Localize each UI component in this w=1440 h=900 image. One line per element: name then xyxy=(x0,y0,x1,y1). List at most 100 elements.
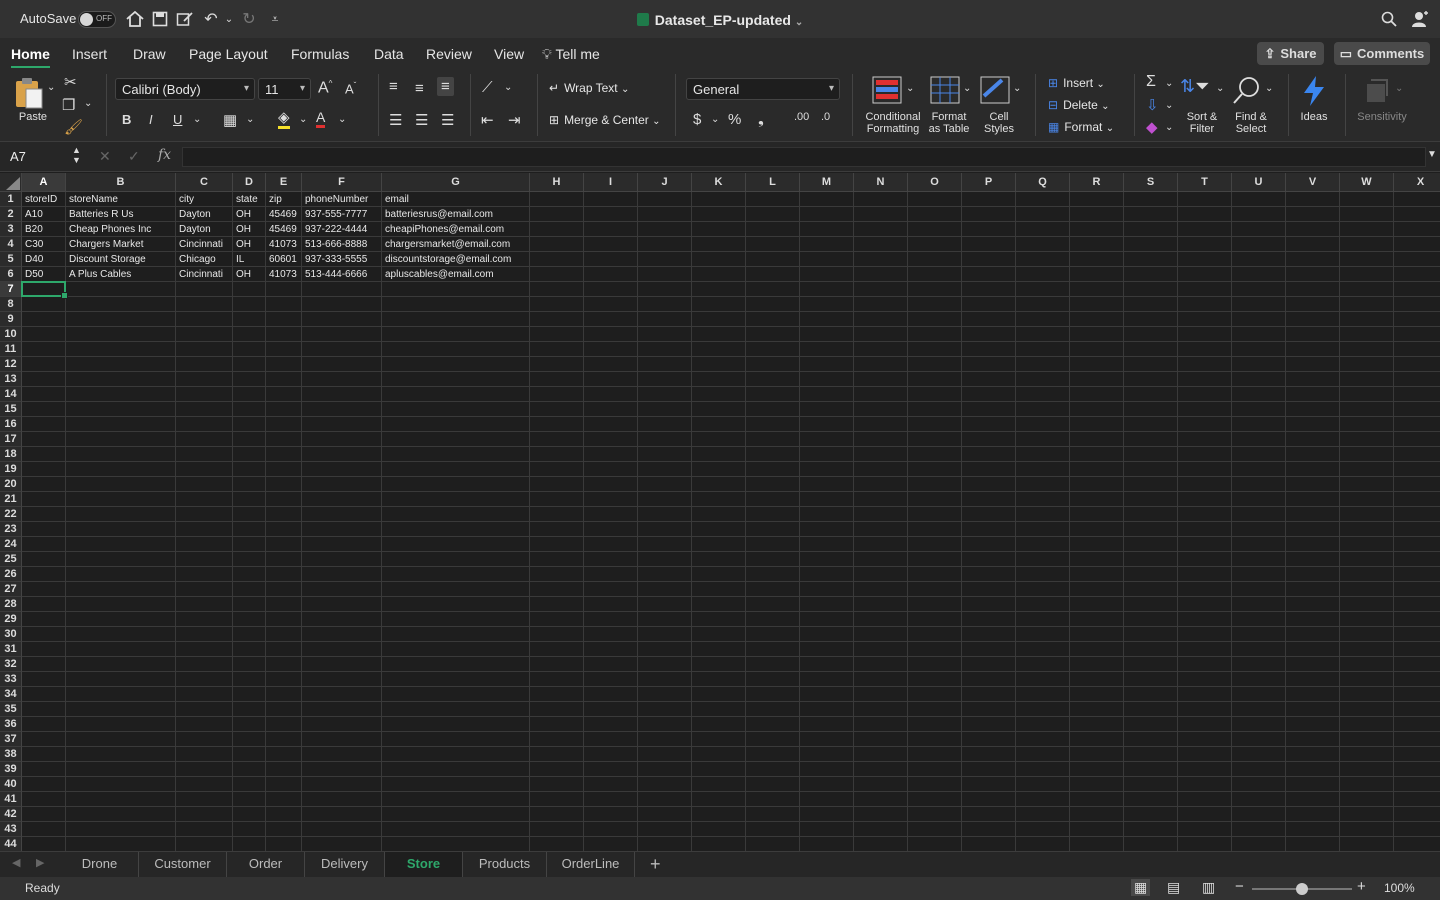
row-header-17[interactable]: 17 xyxy=(0,432,22,447)
borders-icon[interactable]: ▦ xyxy=(223,111,237,129)
column-header-s[interactable]: S xyxy=(1124,173,1178,192)
row-header-27[interactable]: 27 xyxy=(0,582,22,597)
row-header-23[interactable]: 23 xyxy=(0,522,22,537)
underline-dropdown-icon[interactable]: ⌄ xyxy=(193,114,201,125)
font-color-icon[interactable]: A xyxy=(316,109,326,128)
sort-filter-dropdown-icon[interactable]: ⌄ xyxy=(1216,83,1224,94)
table-cell[interactable]: 513-666-8888 xyxy=(305,237,380,252)
row-header-20[interactable]: 20 xyxy=(0,477,22,492)
merge-center-button[interactable]: ⊞ Merge & Center ⌄ xyxy=(549,113,661,127)
comma-style-icon[interactable]: ❟ xyxy=(758,111,764,128)
decrease-font-size-icon[interactable]: Aˇ xyxy=(345,81,356,96)
fill-dropdown-icon[interactable]: ⌄ xyxy=(1165,100,1173,111)
header-cell[interactable]: city xyxy=(179,192,231,207)
column-header-q[interactable]: Q xyxy=(1016,173,1070,192)
paste-button[interactable] xyxy=(14,76,46,113)
row-header-16[interactable]: 16 xyxy=(0,417,22,432)
table-cell[interactable]: 45469 xyxy=(269,222,300,237)
function-icon[interactable]: fx xyxy=(158,147,171,163)
column-header-m[interactable]: M xyxy=(800,173,854,192)
name-box-stepper-icon[interactable]: ▲ ▼ xyxy=(72,145,81,165)
row-header-34[interactable]: 34 xyxy=(0,687,22,702)
expand-formula-bar-icon[interactable]: ▼ xyxy=(1427,149,1437,160)
header-cell[interactable]: storeID xyxy=(25,192,64,207)
column-header-t[interactable]: T xyxy=(1178,173,1232,192)
sheet-tab-delivery[interactable]: Delivery xyxy=(305,852,385,877)
row-header-25[interactable]: 25 xyxy=(0,552,22,567)
table-cell[interactable]: D50 xyxy=(25,267,64,282)
sort-filter-icon[interactable]: ⇅⏷ xyxy=(1180,76,1210,97)
insert-cells-button[interactable]: ⊞ Insert ⌄ xyxy=(1048,76,1105,90)
tab-review[interactable]: Review xyxy=(426,46,472,62)
table-cell[interactable]: chargersmarket@email.com xyxy=(385,237,528,252)
row-header-30[interactable]: 30 xyxy=(0,627,22,642)
decrease-decimal-icon[interactable]: .0 xyxy=(821,111,830,123)
find-select-label[interactable]: Find & Select xyxy=(1228,111,1274,135)
account-icon[interactable] xyxy=(1411,10,1429,28)
cell-styles-icon[interactable] xyxy=(980,76,1010,107)
table-cell[interactable]: OH xyxy=(236,207,264,222)
table-cell[interactable]: Chicago xyxy=(179,252,231,267)
row-header-10[interactable]: 10 xyxy=(0,327,22,342)
table-cell[interactable]: 41073 xyxy=(269,237,300,252)
table-cell[interactable]: 60601 xyxy=(269,252,300,267)
column-header-w[interactable]: W xyxy=(1340,173,1394,192)
table-cell[interactable]: Dayton xyxy=(179,207,231,222)
format-cells-button[interactable]: ▦ Format ⌄ xyxy=(1048,120,1114,134)
align-bottom-icon[interactable]: ≡ xyxy=(437,77,454,96)
row-header-3[interactable]: 3 xyxy=(0,222,22,237)
zoom-in-icon[interactable]: + xyxy=(1357,878,1366,895)
row-header-13[interactable]: 13 xyxy=(0,372,22,387)
sensitivity-label[interactable]: Sensitivity xyxy=(1352,111,1412,123)
sheet-tab-orderline[interactable]: OrderLine xyxy=(547,852,635,877)
tab-home[interactable]: Home xyxy=(11,46,50,69)
column-header-h[interactable]: H xyxy=(530,173,584,192)
align-left-icon[interactable]: ☰ xyxy=(389,111,402,129)
conditional-formatting-dropdown-icon[interactable]: ⌄ xyxy=(906,83,914,94)
italic-icon[interactable]: I xyxy=(149,112,153,127)
row-header-44[interactable]: 44 xyxy=(0,837,22,851)
tab-draw[interactable]: Draw xyxy=(133,46,166,62)
fill-color-dropdown-icon[interactable]: ⌄ xyxy=(299,114,307,125)
row-header-28[interactable]: 28 xyxy=(0,597,22,612)
header-cell[interactable]: email xyxy=(385,192,528,207)
table-cell[interactable]: 45469 xyxy=(269,207,300,222)
ideas-icon[interactable] xyxy=(1302,76,1326,109)
conditional-formatting-icon[interactable] xyxy=(872,76,902,107)
sheet-tab-store[interactable]: Store xyxy=(385,852,463,877)
increase-font-size-icon[interactable]: A^ xyxy=(318,79,332,97)
row-header-1[interactable]: 1 xyxy=(0,192,22,207)
fill-color-icon[interactable]: ◈ xyxy=(278,110,290,129)
zoom-out-icon[interactable]: − xyxy=(1235,878,1244,895)
font-size-select[interactable]: 11 ▾ xyxy=(258,78,311,100)
decrease-indent-icon[interactable]: ⇤ xyxy=(481,111,494,129)
align-right-icon[interactable]: ☰ xyxy=(441,111,454,129)
orientation-icon[interactable]: ⟋ xyxy=(482,79,493,96)
page-layout-view-icon[interactable]: ▤ xyxy=(1167,879,1180,896)
format-as-table-label[interactable]: Format as Table xyxy=(924,111,974,135)
sort-filter-label[interactable]: Sort & Filter xyxy=(1180,111,1224,135)
zoom-slider[interactable] xyxy=(1252,883,1352,895)
zoom-slider-thumb[interactable] xyxy=(1296,883,1308,895)
increase-decimal-icon[interactable]: .00 xyxy=(794,111,809,123)
row-header-12[interactable]: 12 xyxy=(0,357,22,372)
table-cell[interactable]: Dayton xyxy=(179,222,231,237)
table-cell[interactable]: Chargers Market xyxy=(69,237,174,252)
align-top-icon[interactable]: ≡ xyxy=(389,78,398,95)
clear-dropdown-icon[interactable]: ⌄ xyxy=(1165,122,1173,133)
column-header-f[interactable]: F xyxy=(302,173,382,192)
scroll-tabs-left-icon[interactable]: ◀ xyxy=(12,856,20,869)
table-cell[interactable]: OH xyxy=(236,237,264,252)
copy-dropdown-icon[interactable]: ⌄ xyxy=(84,98,92,109)
row-header-6[interactable]: 6 xyxy=(0,267,22,282)
table-cell[interactable]: 41073 xyxy=(269,267,300,282)
row-header-29[interactable]: 29 xyxy=(0,612,22,627)
cancel-icon[interactable]: ✕ xyxy=(99,148,111,165)
cell-styles-label[interactable]: Cell Styles xyxy=(979,111,1019,135)
table-cell[interactable]: 937-222-4444 xyxy=(305,222,380,237)
column-header-o[interactable]: O xyxy=(908,173,962,192)
column-header-n[interactable]: N xyxy=(854,173,908,192)
row-header-4[interactable]: 4 xyxy=(0,237,22,252)
row-header-7[interactable]: 7 xyxy=(0,282,22,297)
copy-icon[interactable]: ❐ xyxy=(62,96,75,114)
